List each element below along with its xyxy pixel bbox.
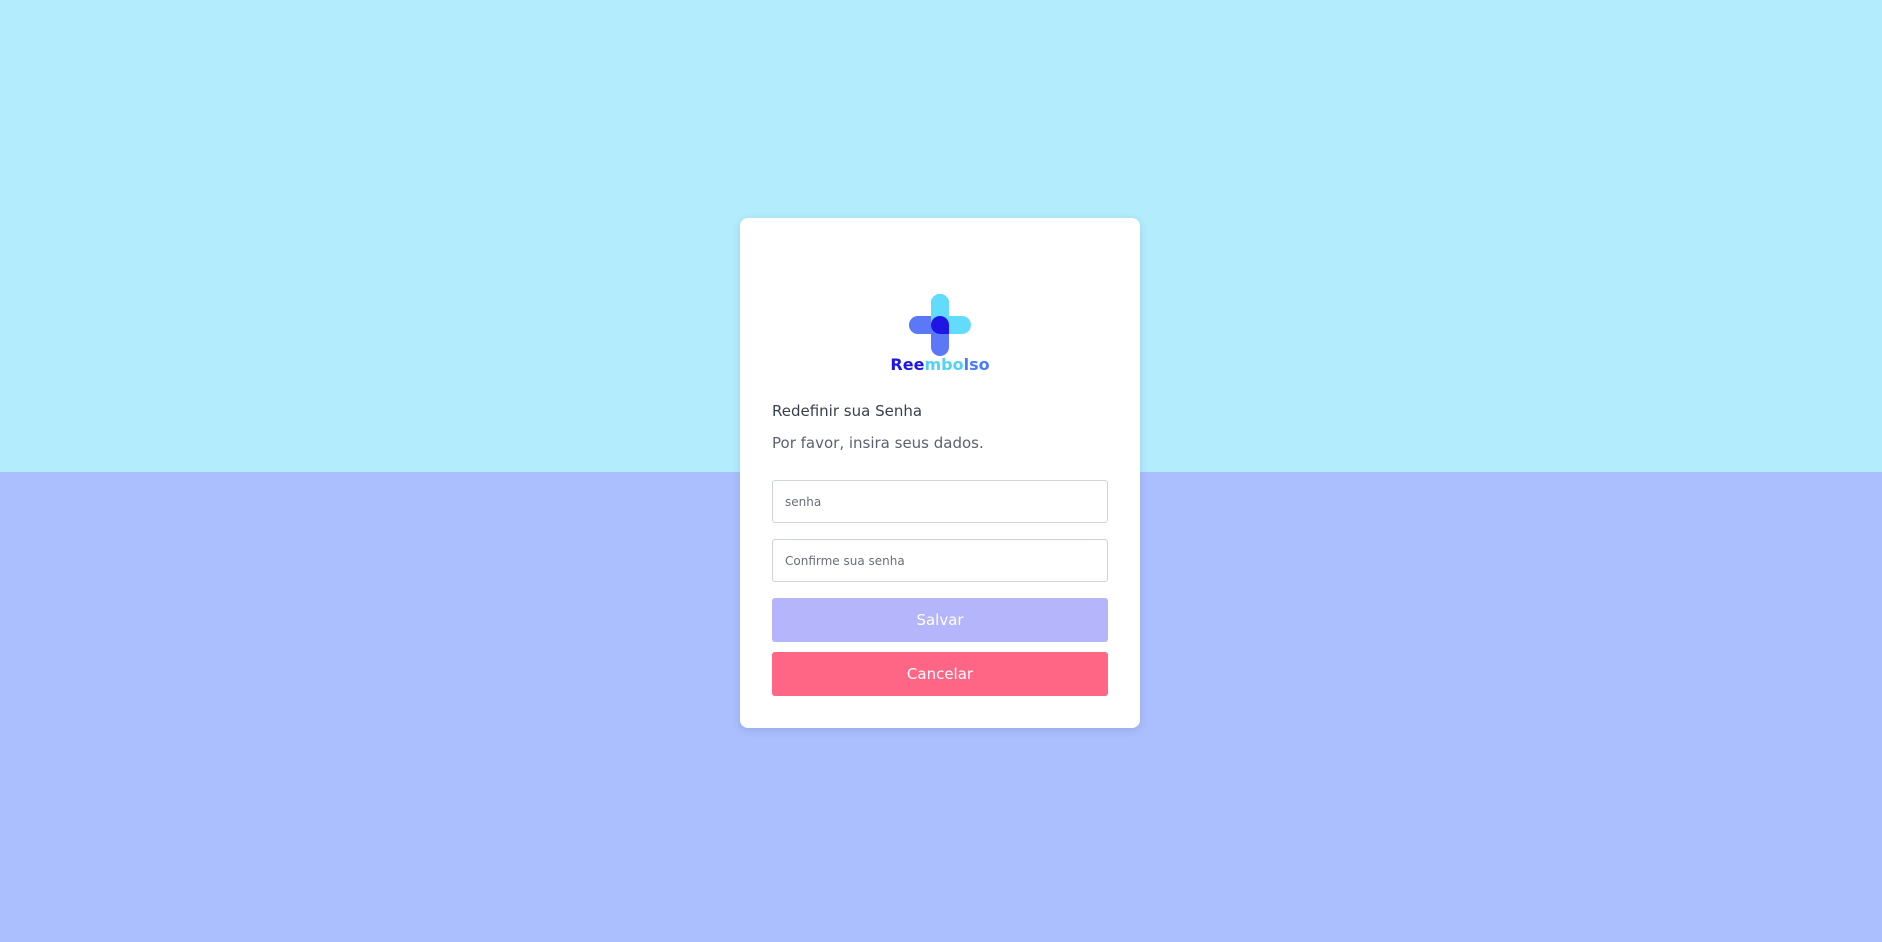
save-button[interactable]: Salvar [772,598,1108,642]
reset-password-card: Reembolso Redefinir sua Senha Por favor,… [740,218,1140,728]
brand-wordmark-part-3: lso [963,355,990,374]
form-subtitle: Por favor, insira seus dados. [772,434,984,452]
cancel-button[interactable]: Cancelar [772,652,1108,696]
brand-wordmark-part-2: mbo [924,355,964,374]
medical-cross-icon [909,294,971,356]
confirm-password-input[interactable] [772,539,1108,582]
brand-wordmark-part-1: Ree [890,355,925,374]
form-title: Redefinir sua Senha [772,402,923,420]
brand-wordmark: Reembolso [740,356,1140,374]
password-input[interactable] [772,480,1108,523]
brand-logo: Reembolso [740,294,1140,374]
